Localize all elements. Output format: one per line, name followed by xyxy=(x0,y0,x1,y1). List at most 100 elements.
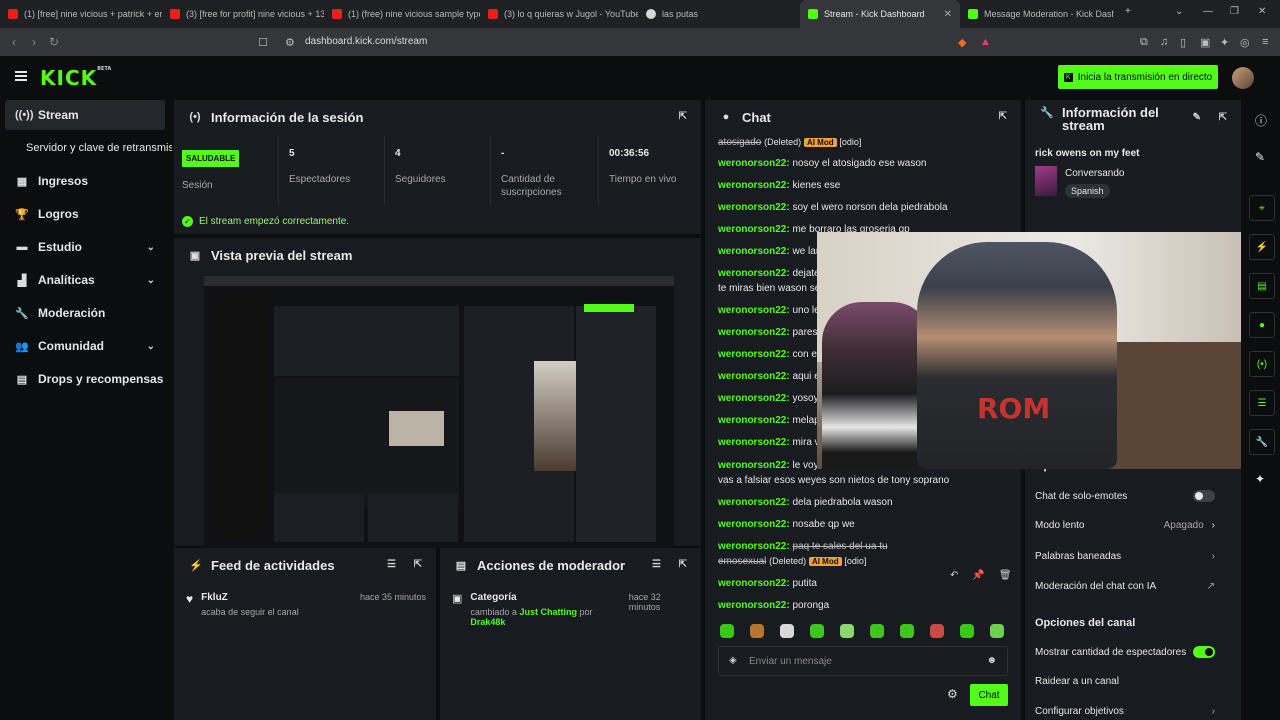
hamburger-menu-icon[interactable] xyxy=(15,71,27,81)
brave-shield-icon[interactable]: ◆ xyxy=(958,36,966,49)
url-field[interactable]: dashboard.kick.com/stream xyxy=(305,36,427,47)
popout-icon[interactable]: ⇱ xyxy=(999,111,1007,122)
wrench-icon[interactable]: 🔧 xyxy=(1249,429,1275,455)
sparkle-icon[interactable]: ✦ xyxy=(1255,472,1265,486)
menu-icon[interactable]: ≡ xyxy=(1262,36,1268,48)
rewards-icon[interactable]: ▲ xyxy=(980,36,991,48)
chat-input[interactable]: ◈ Enviar un mensaje ☻ xyxy=(718,646,1008,676)
chat-message[interactable]: weronorson22: paq te sales del ua tu xyxy=(718,540,1018,553)
chat-message[interactable]: atosigado (Deleted) AI Mod [odio] xyxy=(718,136,1018,149)
edit-icon[interactable]: ✎ xyxy=(1255,150,1265,164)
emoji-icon[interactable]: ☻ xyxy=(986,655,997,666)
forward-icon[interactable]: › xyxy=(24,35,44,49)
emote-icon[interactable] xyxy=(990,624,1004,638)
sidebar-toggle-icon[interactable]: ▯ xyxy=(1180,36,1186,49)
wallet-icon[interactable]: ▣ xyxy=(1200,36,1210,49)
chat-message[interactable]: weronorson22: kienes ese xyxy=(718,179,1018,192)
bolt-icon[interactable]: ⚡ xyxy=(1249,234,1275,260)
new-tab-icon[interactable]: + xyxy=(1125,6,1131,17)
filter-icon[interactable]: ☰ xyxy=(387,559,396,570)
close-window-icon[interactable]: ✕ xyxy=(1258,6,1266,17)
browser-tab[interactable]: (3) [free for profit] nine vicious + 13 xyxy=(162,0,324,28)
feed-item: ♥ FkluZ acaba de seguir el canal hace 35… xyxy=(186,592,426,617)
focus-icon[interactable]: ⌖ xyxy=(1249,195,1275,221)
emote-icon[interactable] xyxy=(810,624,824,638)
chat-message[interactable]: weronorson22: dela piedrabola wason xyxy=(718,496,1018,509)
emote-icon[interactable] xyxy=(840,624,854,638)
emote-icon[interactable] xyxy=(930,624,944,638)
category-name[interactable]: Conversando xyxy=(1065,168,1124,179)
youtube-icon xyxy=(170,9,180,19)
layers-icon[interactable]: ☰ xyxy=(1249,390,1275,416)
site-info-icon[interactable]: ⚙ xyxy=(285,36,295,49)
ai-moderation-option[interactable]: Moderación del chat con IA ↗ xyxy=(1035,581,1215,592)
stream-preview-video[interactable] xyxy=(204,276,674,548)
avatar[interactable] xyxy=(1232,67,1254,89)
back-icon[interactable]: ‹ xyxy=(4,35,24,49)
emote-icon[interactable] xyxy=(900,624,914,638)
browser-tab[interactable]: (1) (free) nine vicious sample type b xyxy=(324,0,480,28)
info-icon[interactable]: ⓘ xyxy=(1255,112,1267,129)
browser-tab[interactable]: las putas xyxy=(638,0,800,28)
chat-message[interactable]: weronorson22: nosoy el atosigado ese was… xyxy=(718,157,1018,170)
kick-logo[interactable]: KICKBETA xyxy=(40,66,111,90)
document-icon: ▤ xyxy=(455,559,467,572)
raid-option[interactable]: Raidear a un canal xyxy=(1035,676,1215,687)
popout-icon[interactable]: ⇱ xyxy=(414,559,422,570)
chat-message[interactable]: weronorson22: poronga xyxy=(718,599,1018,612)
webcam-overlay[interactable]: ROM xyxy=(817,232,1241,469)
browser-tab[interactable]: (1) [free] nine vicious + patrick + er xyxy=(0,0,162,28)
send-chat-button[interactable]: Chat xyxy=(970,684,1008,706)
emote-icon[interactable] xyxy=(960,624,974,638)
popout-icon[interactable]: ⇱ xyxy=(679,111,687,122)
undo-icon[interactable]: ↶ xyxy=(950,570,958,581)
document-icon[interactable]: ▤ xyxy=(1249,273,1275,299)
edit-icon[interactable]: ✎ xyxy=(1193,112,1201,123)
emotes-only-toggle[interactable] xyxy=(1193,490,1215,502)
sidebar-item-logros[interactable]: 🏆 Logros xyxy=(5,199,165,229)
banned-words-option[interactable]: Palabras baneadas › xyxy=(1035,551,1215,562)
slow-mode-option[interactable]: Modo lento Apagado › xyxy=(1035,520,1215,531)
subs-stat: - Cantidad de suscripciones xyxy=(490,136,598,204)
reload-icon[interactable]: ↻ xyxy=(44,35,64,49)
show-viewers-toggle[interactable] xyxy=(1193,646,1215,658)
pin-icon[interactable]: 📌 xyxy=(972,570,984,581)
browser-tab[interactable]: (3) lo q quieras w Jugol - YouTube xyxy=(480,0,638,28)
minimize-icon[interactable]: — xyxy=(1203,6,1213,17)
emote-icon[interactable] xyxy=(870,624,884,638)
tab-list-icon[interactable]: ⌄ xyxy=(1175,6,1183,17)
chat-settings-gear-icon[interactable]: ⚙ xyxy=(947,687,958,701)
channel-options-title: Opciones del canal xyxy=(1035,617,1136,629)
browser-tab[interactable]: Message Moderation - Kick Dashbo xyxy=(960,0,1114,28)
trash-icon[interactable]: 🗑 xyxy=(999,570,1012,581)
sidebar-item-drops[interactable]: ▤ Drops y recompensas xyxy=(5,364,165,394)
sidebar-item-analiticas[interactable]: ▟ Analíticas ⌄ xyxy=(5,265,165,295)
maximize-icon[interactable]: ❐ xyxy=(1230,6,1239,17)
chat-message[interactable]: weronorson22: nosabe qp we xyxy=(718,518,1018,531)
media-icon[interactable]: ♫ xyxy=(1160,36,1168,48)
broadcast-icon[interactable]: (•) xyxy=(1249,351,1275,377)
filter-icon[interactable]: ☰ xyxy=(652,559,661,570)
sidebar-item-moderacion[interactable]: 🔧 Moderación xyxy=(5,298,165,328)
sidebar-item-ingresos[interactable]: ▦ Ingresos xyxy=(5,166,165,196)
popout-icon[interactable]: ⇱ xyxy=(1219,112,1227,123)
broadcast-icon: (•) xyxy=(189,111,201,123)
sidebar-item-stream[interactable]: ((•)) Stream xyxy=(5,100,165,130)
sidebar-item-comunidad[interactable]: 👥 Comunidad ⌄ xyxy=(5,331,165,361)
emote-icon[interactable] xyxy=(780,624,794,638)
sidebar-item-server-key[interactable]: Servidor y clave de retransmisión xyxy=(5,133,172,163)
bookmark-icon[interactable]: ☐ xyxy=(258,36,268,49)
sidebar-item-estudio[interactable]: ▬ Estudio ⌄ xyxy=(5,232,165,262)
configure-goals-option[interactable]: Configurar objetivos › xyxy=(1035,706,1215,717)
leo-icon[interactable]: ✦ xyxy=(1220,36,1229,49)
popout-icon[interactable]: ⇱ xyxy=(679,559,687,570)
emote-icon[interactable] xyxy=(720,624,734,638)
browser-tab-active[interactable]: Stream - Kick Dashboard ✕ xyxy=(800,0,960,28)
chat-bubble-icon[interactable]: ● xyxy=(1249,312,1275,338)
close-tab-icon[interactable]: ✕ xyxy=(944,9,952,20)
extensions-icon[interactable]: ⧉ xyxy=(1140,36,1148,49)
emote-icon[interactable] xyxy=(750,624,764,638)
start-stream-button[interactable]: K Inicia la transmisión en directo xyxy=(1058,65,1218,89)
chat-message[interactable]: weronorson22: soy el wero norson dela pi… xyxy=(718,201,1018,214)
vpn-icon[interactable]: ◎ xyxy=(1240,36,1250,49)
